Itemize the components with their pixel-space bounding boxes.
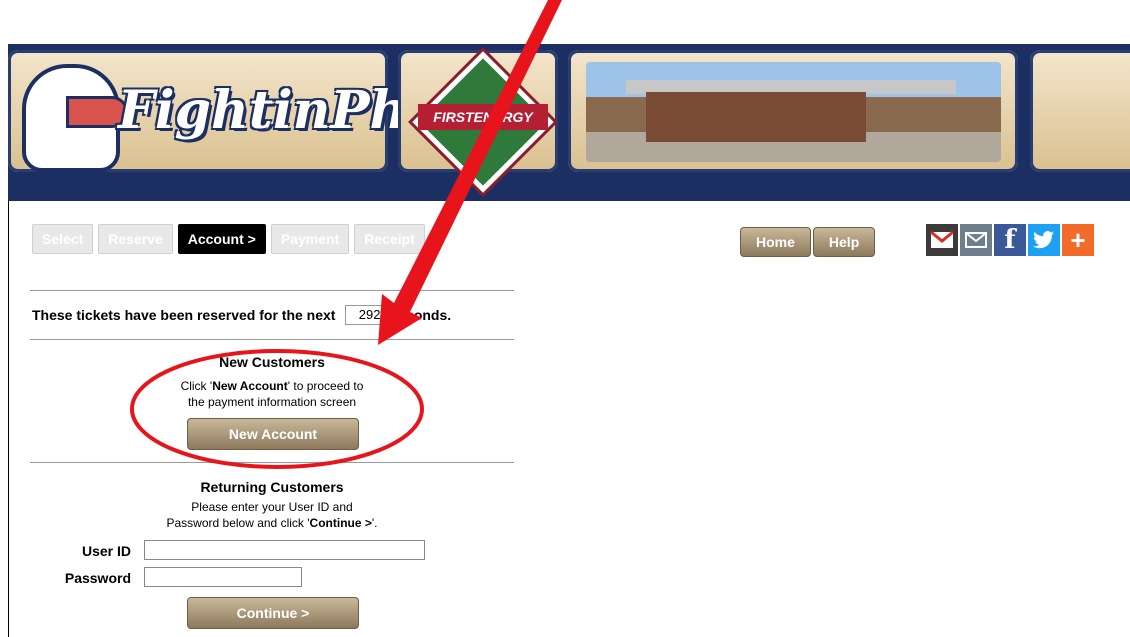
page-border: [8, 201, 9, 637]
continue-button[interactable]: Continue >: [187, 597, 359, 629]
mascot-logo: [22, 64, 128, 172]
new-customers-heading: New Customers: [219, 354, 325, 370]
divider: [30, 290, 514, 291]
help-button[interactable]: Help: [812, 227, 876, 257]
new-customers-instructions: Click 'New Account' to proceed to the pa…: [180, 379, 364, 409]
share-plus-icon[interactable]: +: [1062, 224, 1094, 256]
divider: [30, 339, 514, 340]
gmail-icon[interactable]: [926, 224, 958, 256]
facebook-icon[interactable]: f: [994, 224, 1026, 256]
step-receipt[interactable]: Receipt: [354, 224, 425, 254]
seconds-counter: 292: [345, 305, 385, 325]
step-account[interactable]: Account >: [177, 224, 266, 254]
password-input[interactable]: [144, 567, 302, 587]
email-icon[interactable]: [960, 224, 992, 256]
reservation-suffix: seconds.: [390, 307, 452, 323]
banner-end-panel: [1030, 50, 1130, 172]
returning-customers-heading: Returning Customers: [200, 479, 344, 495]
step-payment[interactable]: Payment: [270, 224, 350, 254]
home-button[interactable]: Home: [740, 227, 811, 257]
reservation-timer: These tickets have been reserved for the…: [32, 305, 451, 325]
new-account-button[interactable]: New Account: [187, 418, 359, 450]
top-nav-buttons: Home Help: [740, 227, 876, 257]
user-id-input[interactable]: [144, 540, 425, 560]
social-share-bar: f +: [926, 224, 1094, 256]
user-id-label: User ID: [81, 543, 131, 559]
checkout-steps: Select Reserve Account > Payment Receipt: [32, 224, 425, 254]
stadium-logo-text: FIRSTENERGY: [418, 104, 548, 130]
stadium-photo: [586, 62, 1001, 162]
password-label: Password: [64, 570, 131, 586]
step-select[interactable]: Select: [32, 224, 94, 254]
returning-customers-instructions: Please enter your User ID and Password b…: [166, 500, 378, 530]
step-reserve[interactable]: Reserve: [98, 224, 173, 254]
divider: [30, 462, 514, 463]
logo-panel: FightinPhils.: [8, 50, 494, 172]
twitter-icon[interactable]: [1028, 224, 1060, 256]
reservation-text: These tickets have been reserved for the…: [32, 307, 336, 323]
header-banner: FightinPhils. FIRSTENERGY: [8, 44, 1130, 201]
